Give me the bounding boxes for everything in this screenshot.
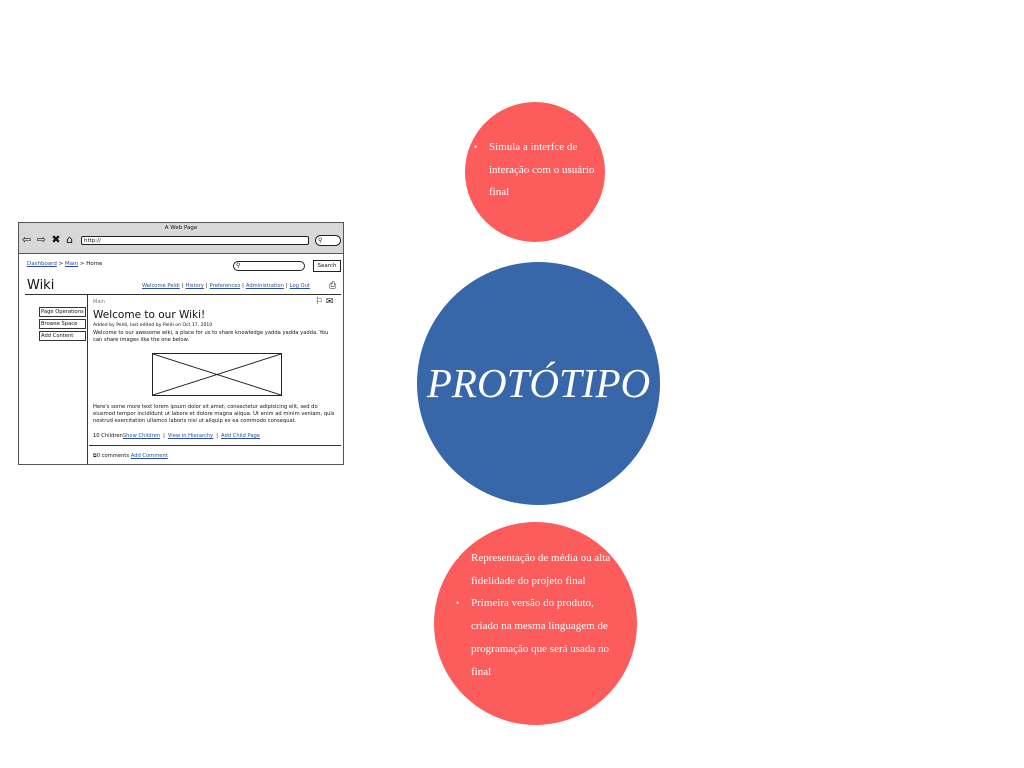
section-label: Main (93, 299, 105, 305)
wireframe-mockup: A Web Page ⇦ ⇨ ✖ ⌂ http:// ⚲ Dashboard >… (18, 222, 344, 465)
window-title: A Web Page (164, 225, 198, 231)
center-title: PROTÓTIPO (426, 360, 651, 406)
bullet-item: Representação de média ou alta fidelidad… (456, 547, 618, 592)
flag-mail-icon: ⚐ ✉ (315, 297, 334, 307)
browser-chrome: A Web Page ⇦ ⇨ ✖ ⌂ http:// ⚲ (19, 223, 343, 254)
user-link: History (185, 283, 204, 289)
site-title: Wiki (27, 278, 55, 293)
comments-count: 0 comments (96, 453, 130, 459)
page-heading: Welcome to our Wiki! (93, 309, 206, 321)
search-icon: ⚲ (315, 235, 341, 246)
sidebar-button: Add Content (39, 331, 86, 341)
url-field: http:// (81, 236, 309, 245)
divider (25, 294, 341, 295)
comments-line: ⧉0 comments Add Comment (93, 453, 168, 460)
breadcrumb-main: Main (64, 261, 79, 267)
children-count: 10 Children (93, 433, 123, 439)
breadcrumb-separator: > (78, 261, 87, 267)
divider (89, 445, 341, 446)
search-input: ⚲ (233, 261, 305, 271)
divider (87, 295, 88, 464)
image-placeholder-icon (152, 353, 282, 396)
bullet-item: Simula a interfce de interação com o usu… (474, 136, 602, 204)
browser-nav-icon: ⇦ ⇨ ✖ ⌂ (22, 233, 75, 246)
children-link: View in Hierarchy (167, 433, 214, 439)
breadcrumb-dashboard: Dashboard (27, 261, 57, 267)
user-link: Log Out (289, 283, 310, 289)
add-comment-link: Add Comment (130, 453, 168, 459)
bullet-item: Primeira versão do produto, criado na me… (456, 592, 618, 683)
user-link: Preferences (209, 283, 241, 289)
children-link: Add Child Page (221, 433, 260, 439)
user-link: Administration (245, 283, 284, 289)
sidebar-button: Page Operations (39, 307, 86, 317)
breadcrumb-separator: > (56, 261, 65, 267)
user-links: Welcome Peldi | History | Preferences | Admini… (142, 283, 310, 289)
page-meta: Added by Peldi, last edited by Peldi on … (93, 323, 213, 328)
search-icon: ⚲ (236, 262, 241, 269)
user-link: Welcome Peldi (142, 283, 180, 289)
intro-text: Welcome to our awesome wiki, a place for… (93, 330, 329, 343)
breadcrumb-home: Home (86, 261, 103, 267)
breadcrumb: Dashboard > Main > Home (27, 261, 102, 267)
body-text: Here's some more text lorem ipsum dolor … (93, 404, 335, 424)
printer-icon: ⎙ (329, 281, 337, 291)
sidebar-button: Browse Space (39, 319, 86, 329)
children-line: 10 ChildrenShow Children | View in Hierarc… (93, 433, 260, 439)
bottom-bullet-list: Representação de média ou alta fidelidad… (456, 547, 618, 683)
search-button: Search (313, 260, 341, 272)
children-link: Show Children (122, 433, 161, 439)
top-bullet-list: Simula a interfce de interação com o usu… (474, 136, 602, 204)
